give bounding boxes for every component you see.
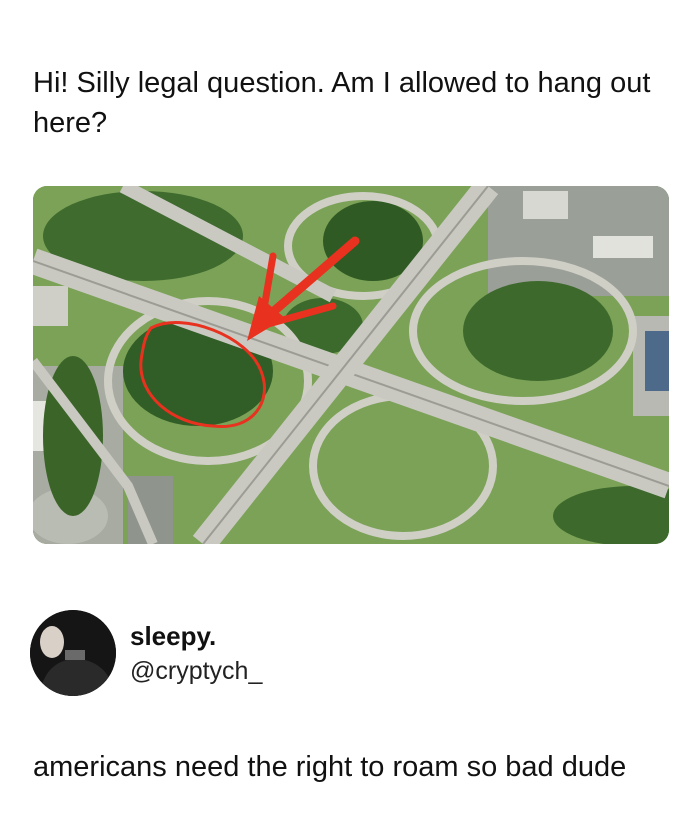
avatar[interactable] [30, 610, 116, 696]
reply-display-name[interactable]: sleepy. [130, 620, 216, 652]
user-avatar-icon [30, 610, 116, 696]
reply-handle[interactable]: @cryptych_ [130, 655, 262, 687]
aerial-photo-icon [33, 186, 669, 544]
post-text: Hi! Silly legal question. Am I allowed t… [33, 67, 651, 139]
post-image-aerial-interchange[interactable] [33, 186, 669, 544]
reply-text: americans need the right to roam so bad … [33, 751, 627, 783]
